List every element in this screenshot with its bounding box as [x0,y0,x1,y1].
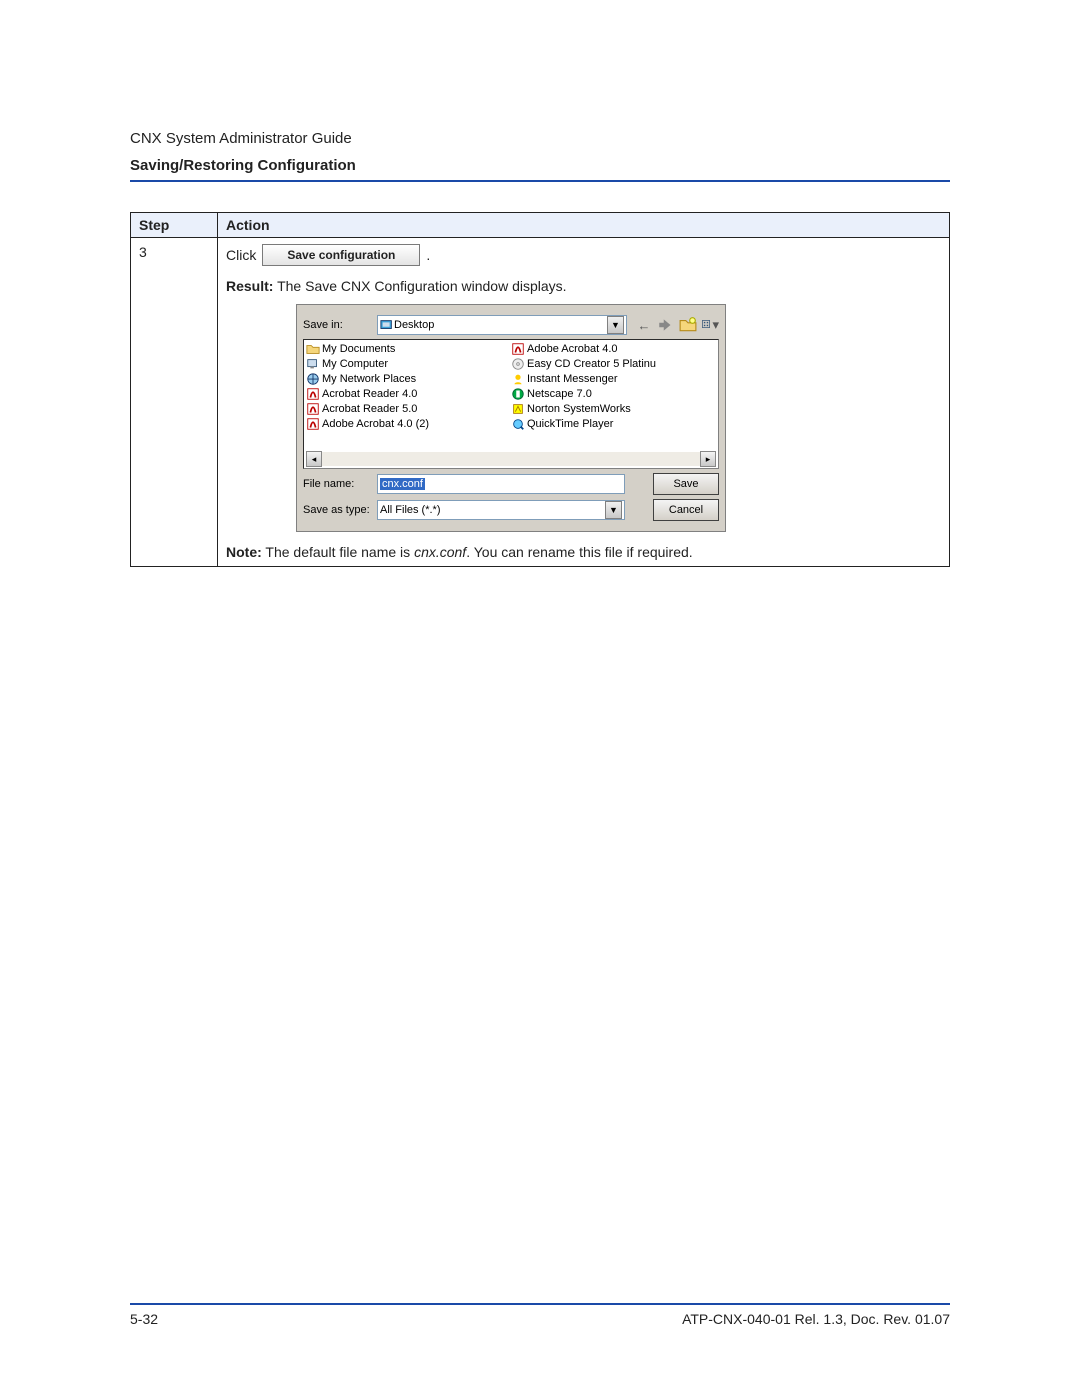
file-item-label: Acrobat Reader 4.0 [322,388,417,400]
horizontal-scrollbar[interactable]: ◂ ▸ [306,452,716,466]
header-rule [130,180,950,182]
list-item[interactable]: My Documents [306,342,511,356]
cancel-button[interactable]: Cancel [653,499,719,521]
list-item[interactable]: Acrobat Reader 4.0 [306,387,511,401]
save-in-value: Desktop [394,319,434,331]
file-item-label: Acrobat Reader 5.0 [322,403,417,415]
file-icon [511,402,525,416]
note-text-b: . You can rename this file if required. [466,544,692,560]
action-cell: Click Save configuration . Result: The S… [218,238,950,567]
save-button[interactable]: Save [653,473,719,495]
up-one-level-icon[interactable] [657,316,675,334]
page-number: 5-32 [130,1311,158,1327]
dropdown-icon[interactable]: ▼ [605,501,622,519]
file-item-label: Adobe Acrobat 4.0 (2) [322,418,429,430]
footer-rule [130,1303,950,1305]
note-prefix: Note: [226,544,262,560]
note-filename: cnx.conf [414,544,466,560]
list-item[interactable]: Acrobat Reader 5.0 [306,402,511,416]
list-item[interactable]: QuickTime Player [511,417,716,431]
file-item-label: My Documents [322,343,395,355]
save-as-type-combo[interactable]: All Files (*.*) ▼ [377,500,625,520]
table-row: 3 Click Save configuration . Result: The… [131,238,950,567]
file-item-label: Easy CD Creator 5 Platinu [527,358,656,370]
save-as-type-value: All Files (*.*) [380,504,441,516]
desktop-icon [380,318,394,332]
section-title: Saving/Restoring Configuration [130,157,950,174]
list-item[interactable]: Instant Messenger [511,372,716,386]
file-name-value: cnx.conf [380,478,425,490]
period: . [426,247,430,263]
col-header-step: Step [131,213,218,238]
result-line: Result: The Save CNX Configuration windo… [226,278,941,294]
file-name-label: File name: [303,478,373,490]
scroll-left-icon[interactable]: ◂ [306,451,322,467]
file-icon [306,387,320,401]
file-icon [511,357,525,371]
list-item[interactable]: Adobe Acrobat 4.0 [511,342,716,356]
file-icon [306,417,320,431]
result-text: The Save CNX Configuration window displa… [273,278,566,294]
file-icon [511,372,525,386]
col-header-action: Action [218,213,950,238]
file-item-label: Norton SystemWorks [527,403,631,415]
file-icon [306,372,320,386]
file-item-label: Adobe Acrobat 4.0 [527,343,618,355]
file-icon [511,387,525,401]
file-list[interactable]: My Documents My Computer My Network Places… [303,339,719,469]
doc-id: ATP-CNX-040-01 Rel. 1.3, Doc. Rev. 01.07 [682,1311,950,1327]
file-icon [511,417,525,431]
save-in-label: Save in: [303,319,373,331]
file-item-label: QuickTime Player [527,418,613,430]
scroll-right-icon[interactable]: ▸ [700,451,716,467]
file-item-label: Instant Messenger [527,373,618,385]
new-folder-icon[interactable] [679,316,697,334]
save-configuration-button[interactable]: Save configuration [262,244,420,266]
result-prefix: Result: [226,278,273,294]
list-item[interactable]: Easy CD Creator 5 Platinu [511,357,716,371]
list-item[interactable]: Norton SystemWorks [511,402,716,416]
step-number: 3 [131,238,218,567]
save-as-type-label: Save as type: [303,504,373,516]
list-item[interactable]: My Network Places [306,372,511,386]
note-text-a: The default file name is [262,544,414,560]
list-item[interactable]: Netscape 7.0 [511,387,716,401]
dropdown-icon[interactable]: ▼ [607,316,624,334]
back-icon[interactable]: ← [635,316,653,334]
save-dialog: Save in: Desktop ▼ ← [296,304,726,532]
click-label: Click [226,247,256,263]
file-icon [306,342,320,356]
file-icon [511,342,525,356]
file-icon [306,357,320,371]
view-menu-icon[interactable]: ▾ [701,316,719,334]
guide-title: CNX System Administrator Guide [130,130,950,147]
list-item[interactable]: Adobe Acrobat 4.0 (2) [306,417,511,431]
file-icon [306,402,320,416]
file-item-label: Netscape 7.0 [527,388,592,400]
note-line: Note: The default file name is cnx.conf.… [226,544,941,560]
save-in-combo[interactable]: Desktop ▼ [377,315,627,335]
step-action-table: Step Action 3 Click Save configuration .… [130,212,950,567]
file-name-input[interactable]: cnx.conf [377,474,625,494]
list-item[interactable]: My Computer [306,357,511,371]
file-item-label: My Computer [322,358,388,370]
file-item-label: My Network Places [322,373,416,385]
